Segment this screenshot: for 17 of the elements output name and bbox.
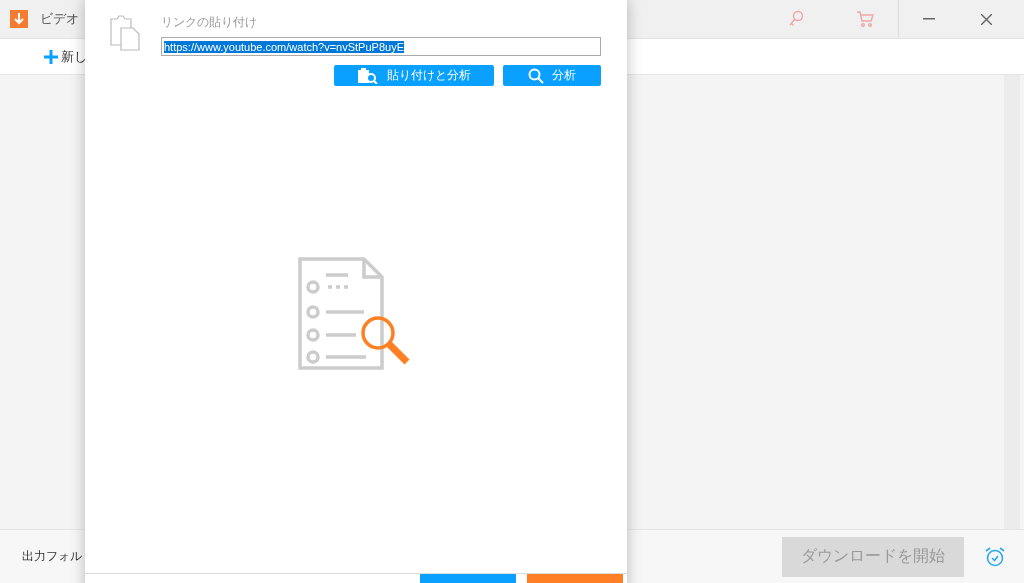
app-logo-icon — [10, 10, 28, 28]
url-clipboard-icon — [109, 14, 143, 52]
minimize-icon[interactable] — [923, 18, 935, 20]
url-field[interactable]: https://www.youtube.com/watch?v=nvStPuP8uyE — [161, 37, 601, 56]
key-icon[interactable] — [788, 10, 804, 28]
search-icon — [528, 67, 544, 84]
output-folder-label: 出力フォル — [22, 548, 82, 565]
paste-link-label: リンクの貼り付け — [161, 14, 258, 31]
analyze-button[interactable]: 分析 — [503, 65, 601, 86]
new-button[interactable]: 新し — [44, 47, 87, 66]
app-title: ビデオ — [40, 10, 79, 28]
plus-icon — [44, 49, 58, 64]
clipboard-search-icon — [357, 67, 379, 84]
alarm-clock-icon[interactable] — [984, 545, 1006, 568]
paste-and-analyze-button[interactable]: 貼り付けと分析 — [334, 65, 494, 86]
cart-icon[interactable] — [856, 11, 874, 27]
close-icon[interactable] — [981, 13, 992, 25]
